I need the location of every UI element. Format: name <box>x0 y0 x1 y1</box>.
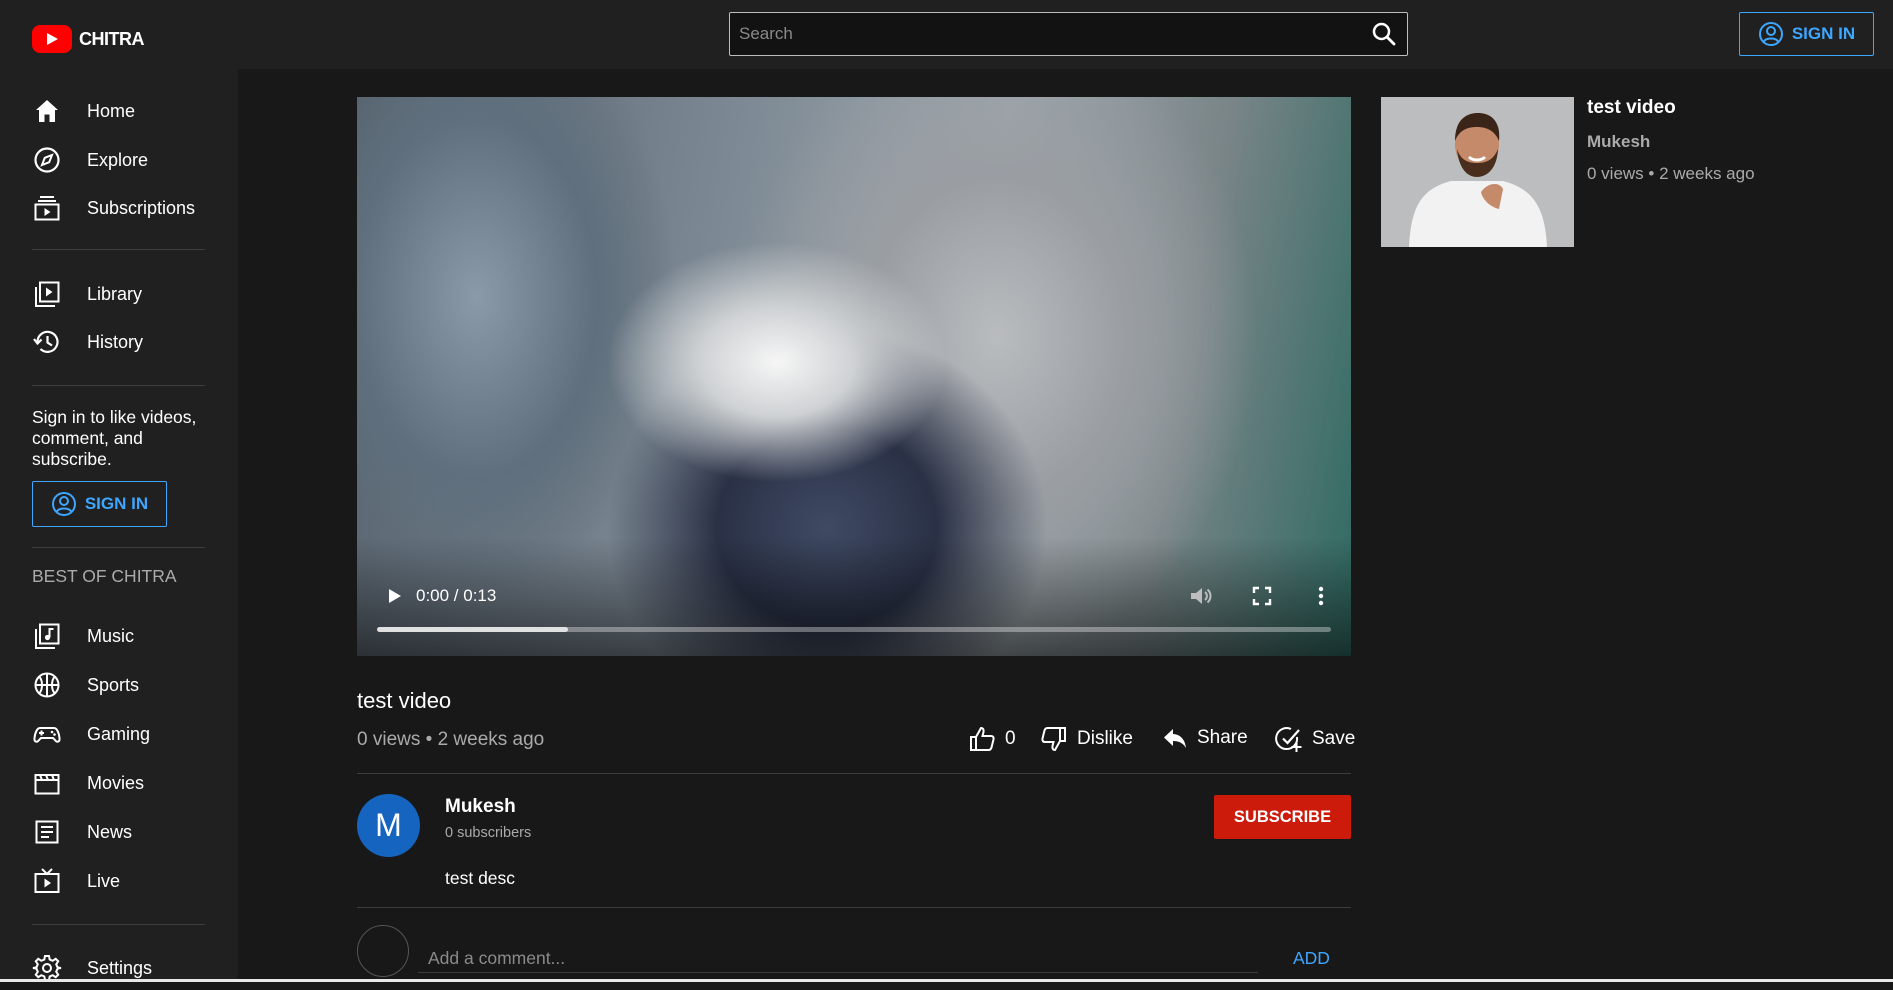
save-icon <box>1275 727 1302 752</box>
history-icon <box>33 330 59 353</box>
sidebar-item-library[interactable]: Library <box>0 272 238 316</box>
related-title[interactable]: test video <box>1587 97 1676 119</box>
play-logo-icon <box>32 25 72 53</box>
sidebar-item-music[interactable]: Music <box>0 614 238 658</box>
sports-icon <box>34 672 60 698</box>
sidebar-item-label: Home <box>87 100 136 121</box>
sidebar-divider <box>32 385 205 386</box>
sidebar-item-movies[interactable]: Movies <box>0 761 238 805</box>
live-icon <box>34 868 60 893</box>
sidebar-item-sports[interactable]: Sports <box>0 663 238 707</box>
sidebar-item-label: History <box>87 331 144 352</box>
sidebar-divider <box>32 547 205 548</box>
subscriber-count: 0 subscribers <box>445 825 532 841</box>
progress-bar[interactable] <box>377 627 1331 632</box>
sidebar-signin-label: SIGN IN <box>84 494 149 513</box>
header-signin-button[interactable]: SIGN IN <box>1739 12 1874 56</box>
gaming-icon <box>33 727 61 743</box>
thumbs-down-icon <box>1041 727 1066 752</box>
search-icon[interactable] <box>1371 21 1397 47</box>
logo-text: CHITRA <box>79 28 145 49</box>
progress-fill <box>377 627 568 632</box>
fullscreen-icon[interactable] <box>1250 584 1274 608</box>
sidebar-item-explore[interactable]: Explore <box>0 138 238 182</box>
related-channel: Mukesh <box>1587 132 1651 151</box>
video-description: test desc <box>445 868 516 888</box>
channel-name[interactable]: Mukesh <box>445 796 516 818</box>
library-icon <box>35 281 60 307</box>
subscribe-button[interactable]: SUBSCRIBE <box>1214 795 1351 839</box>
time-display: 0:00 / 0:13 <box>416 586 497 605</box>
logo[interactable]: CHITRA <box>32 25 145 53</box>
share-icon <box>1164 729 1186 748</box>
add-comment-button[interactable]: ADD <box>1293 948 1330 969</box>
volume-icon[interactable] <box>1188 584 1214 608</box>
sidebar-item-label: News <box>87 821 133 842</box>
channel-avatar[interactable]: M <box>357 794 420 857</box>
home-icon <box>36 100 58 122</box>
news-icon <box>35 820 59 844</box>
sidebar-item-label: Live <box>87 870 121 891</box>
save-button[interactable]: Save <box>1274 724 1355 754</box>
compass-icon <box>34 147 60 173</box>
sidebar-item-label: Music <box>87 625 135 646</box>
dislike-label: Dislike <box>1077 728 1133 749</box>
sidebar-item-subscriptions[interactable]: Subscriptions <box>0 186 238 230</box>
movies-icon <box>34 774 60 795</box>
search-input[interactable] <box>730 13 1350 55</box>
video-meta: 0 views • 2 weeks ago <box>357 729 545 750</box>
music-icon <box>35 623 60 649</box>
sidebar-divider <box>32 249 205 250</box>
share-label: Share <box>1197 727 1248 748</box>
info-divider <box>357 773 1351 774</box>
sidebar-item-label: Explore <box>87 149 149 170</box>
comment-input[interactable] <box>418 945 1258 973</box>
play-icon[interactable] <box>382 584 406 608</box>
sidebar-divider <box>32 924 205 925</box>
top-header: CHITRA SIGN IN <box>0 0 1893 69</box>
dislike-button[interactable]: Dislike <box>1039 724 1133 754</box>
best-of-heading: BEST OF CHITRA <box>32 566 177 586</box>
sidebar: Home Explore Subscriptions Library Histo… <box>0 69 238 982</box>
account-icon <box>51 492 76 516</box>
signin-note: Sign in to like videos, comment, and sub… <box>32 407 197 469</box>
sidebar-item-label: Settings <box>87 957 153 978</box>
sidebar-item-label: Gaming <box>87 723 151 744</box>
more-options-icon[interactable] <box>1309 584 1333 608</box>
sidebar-item-settings[interactable]: Settings <box>0 946 238 990</box>
related-video-item[interactable]: test video Mukesh 0 views • 2 weeks ago <box>1381 97 1861 247</box>
video-title: test video <box>357 688 452 713</box>
person-thumbnail-icon <box>1381 97 1574 247</box>
sidebar-item-label: Subscriptions <box>87 197 196 218</box>
subscriptions-icon <box>34 196 60 221</box>
share-button[interactable]: Share <box>1161 724 1248 752</box>
sidebar-item-home[interactable]: Home <box>0 89 238 133</box>
header-signin-label: SIGN IN <box>1791 24 1856 43</box>
search-box <box>729 12 1408 56</box>
sidebar-signin-button[interactable]: SIGN IN <box>32 481 167 527</box>
related-meta: 0 views • 2 weeks ago <box>1587 164 1755 183</box>
sidebar-item-news[interactable]: News <box>0 810 238 854</box>
save-label: Save <box>1312 728 1356 749</box>
comment-avatar <box>357 925 409 977</box>
sidebar-item-live[interactable]: Live <box>0 859 238 903</box>
sidebar-item-gaming[interactable]: Gaming <box>0 712 238 756</box>
description-divider <box>357 907 1351 908</box>
like-button[interactable]: 0 <box>967 724 1016 754</box>
sidebar-item-label: Library <box>87 283 143 304</box>
related-thumbnail[interactable] <box>1381 97 1574 247</box>
account-icon <box>1758 22 1783 46</box>
like-count: 0 <box>1005 728 1016 749</box>
sidebar-item-label: Movies <box>87 772 145 793</box>
thumbs-up-icon <box>970 726 995 751</box>
video-player[interactable] <box>357 97 1351 656</box>
sidebar-item-history[interactable]: History <box>0 320 238 364</box>
sidebar-item-label: Sports <box>87 674 140 695</box>
